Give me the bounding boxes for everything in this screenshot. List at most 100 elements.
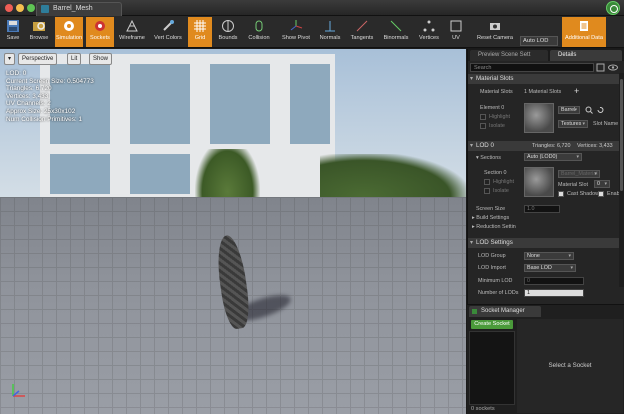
section0-label: Section 0 [484,170,507,176]
section-material-thumbnail[interactable] [524,167,554,197]
socket-manager-tab[interactable]: Socket Manager [469,306,541,317]
simulation-icon [64,21,74,31]
lit-label: Lit [71,56,78,62]
viewport[interactable]: ▾ Perspective Lit Show LOD: 0 Current Sc… [0,49,466,414]
isolate-label: Isolate [489,123,505,129]
vertices-icon [423,20,435,32]
material-slot-combo[interactable]: 0 [594,180,610,188]
wireframe-button[interactable]: Wireframe [117,17,147,47]
asset-tab[interactable]: Barrel_Mesh [36,2,122,16]
scrollbar-thumb[interactable] [620,79,623,191]
save-label: Save [6,35,20,41]
create-socket-button[interactable]: Create Socket [471,320,513,329]
show-pivot-label: Show Pivot [282,35,310,41]
vert-colors-button[interactable]: Vert Colors [151,17,185,47]
pivot-icon [290,20,303,31]
simulation-button[interactable]: Simulation [55,17,83,47]
sockets-button[interactable]: Sockets [86,17,114,47]
show-button[interactable]: Show [89,53,113,65]
collision-icon [255,20,263,32]
stat-line: UV Channels: 2 [6,100,51,108]
ue-logo-icon[interactable] [606,1,620,15]
toolbar: Save Browse Simulation Sockets Wireframe… [0,16,624,48]
tab-details[interactable]: Details [550,50,622,61]
highlight-checkbox[interactable] [480,114,486,120]
bounds-icon [222,20,234,32]
lit-button[interactable]: Lit [67,53,82,65]
material-thumbnail[interactable] [524,103,554,133]
lod-settings-header[interactable]: LOD Settings [468,238,619,248]
sections-combo[interactable]: Auto (LOD0) [524,153,582,161]
grid-view-icon[interactable] [596,63,605,72]
tangents-icon [356,20,368,32]
grid-button[interactable]: Grid [188,17,212,47]
mesh-stats: LOD: 0 Current Screen Size: 0.504773 Tri… [6,70,94,123]
save-button[interactable]: Save [2,17,24,47]
vertices-button[interactable]: Vertices [415,17,443,47]
screen-size-input[interactable]: 1.0 [524,205,560,213]
enable-collision-checkbox[interactable] [598,191,604,197]
material-combo[interactable]: Barrel [558,106,580,114]
simulation-label: Simulation [55,35,83,41]
close-window-button[interactable] [5,4,13,12]
save-icon [7,20,19,32]
vertices-label: Vertices [419,35,439,41]
browse-label: Browse [29,35,49,41]
panel-tabs: Preview Scene Sett Details [468,49,624,61]
screen-size-label: Screen Size [476,206,506,212]
highlight-label: Highlight [489,114,510,120]
details-scrollbar[interactable] [619,73,624,287]
add-slot-button[interactable]: + [574,86,579,96]
sockets-icon [95,21,105,31]
lod-import-combo[interactable]: Base LOD [524,264,576,272]
tab-label: Details [558,52,577,58]
details-search-input[interactable]: Search [470,63,594,72]
cast-shadow-checkbox[interactable] [558,191,564,197]
section-isolate-checkbox[interactable] [484,188,490,194]
bounds-button[interactable]: Bounds [215,17,241,47]
normals-label: Normals [319,35,341,41]
eye-icon[interactable] [608,63,618,72]
data-icon [580,21,588,31]
material-slots-header[interactable]: Material Slots [468,74,619,84]
viewport-options-button[interactable]: ▾ [4,53,15,65]
lod-import-label: LOD Import [478,265,506,271]
reduction-settings-row[interactable]: ▸ Reduction Settin [472,224,516,230]
reset-icon[interactable] [596,106,604,114]
section-highlight-checkbox[interactable] [484,179,490,185]
num-lods-input[interactable]: 1 [524,289,584,297]
tangents-button[interactable]: Tangents [347,17,377,47]
socket-list[interactable] [469,331,515,405]
normals-button[interactable]: Normals [317,17,343,47]
additional-data-button[interactable]: Additional Data [562,17,606,47]
build-settings-label: Build Settings [476,215,510,221]
browse-icon [33,22,45,31]
section-material-combo[interactable]: Barrel_Material [558,170,600,178]
uv-button[interactable]: UV [446,17,466,47]
reset-camera-button[interactable]: Reset Camera [475,17,515,47]
minimize-window-button[interactable] [16,4,24,12]
additional-data-label: Additional Data [565,35,603,41]
isolate-checkbox[interactable] [480,123,486,129]
stat-line: Approx Size: 25x30x102 [6,107,76,115]
element-label: Element 0 [480,105,505,111]
collision-button[interactable]: Collision [244,17,274,47]
browse-button[interactable]: Browse [26,17,52,47]
asset-tab-label: Barrel_Mesh [53,5,93,12]
maximize-window-button[interactable] [27,4,35,12]
perspective-button[interactable]: Perspective [18,53,58,65]
show-label: Show [93,56,109,62]
min-lod-input[interactable]: 0 [524,277,584,285]
textures-combo[interactable]: Textures [558,120,588,128]
enable-label: Enab [607,191,620,197]
tab-preview-scene-settings[interactable]: Preview Scene Sett [470,50,548,61]
lod-group-combo[interactable]: None [524,252,574,260]
browse-asset-icon[interactable] [585,106,593,114]
lod-select[interactable]: Auto LOD [520,36,558,46]
show-pivot-button[interactable]: Show Pivot [280,17,312,47]
binormals-button[interactable]: Binormals [380,17,412,47]
build-settings-row[interactable]: ▸ Build Settings [472,215,509,221]
cast-shadow-label: Cast Shadow [567,191,600,197]
reset-camera-label: Reset Camera [476,35,514,41]
perspective-label: Perspective [22,56,54,62]
